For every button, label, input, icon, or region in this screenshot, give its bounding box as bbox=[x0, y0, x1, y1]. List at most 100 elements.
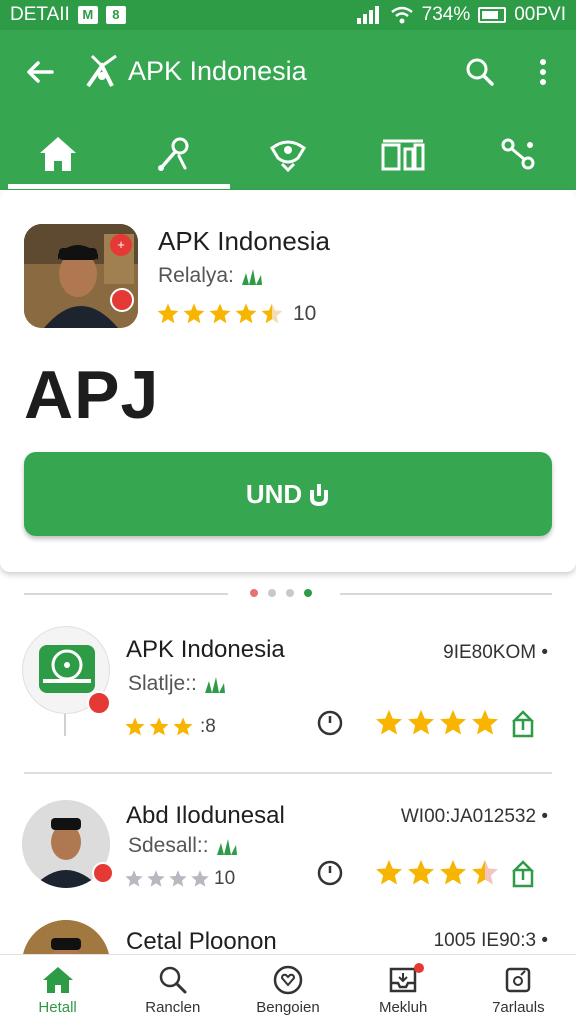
list-item-subtitle-text: Sdesall:: bbox=[128, 834, 209, 857]
tab-grid[interactable] bbox=[346, 118, 461, 190]
list-item-subtitle: Slatlje:: bbox=[128, 672, 227, 696]
featured-app-card[interactable]: + APK Indonesia Relalya: 10 APJ UND bbox=[0, 190, 576, 572]
status-bar: DETAII M 8 734% 00PVI bbox=[0, 0, 576, 30]
list-item[interactable]: Abd Ilodunesal Sdesall:: WI00:JA012532 •… bbox=[0, 796, 576, 906]
list-item-meta: 1005 IE90:3 • bbox=[433, 930, 548, 951]
search-icon bbox=[466, 58, 494, 86]
star-icon bbox=[440, 709, 466, 735]
bottom-nav-inbox[interactable]: Mekluh bbox=[346, 955, 461, 1024]
battery-icon bbox=[478, 7, 507, 23]
signal-icon bbox=[356, 6, 379, 24]
star-icon bbox=[408, 709, 434, 735]
clock-icon[interactable] bbox=[316, 859, 344, 887]
bottom-nav-settings[interactable]: 7arlauls bbox=[461, 955, 576, 1024]
more-menu-button[interactable] bbox=[526, 52, 560, 92]
bottom-nav-label: 7arlauls bbox=[492, 999, 545, 1016]
bottom-nav-label: Ranclen bbox=[145, 999, 201, 1016]
featured-rating: 10 bbox=[156, 302, 316, 326]
star-icon bbox=[125, 717, 145, 736]
clock: 00PVI bbox=[514, 4, 566, 25]
eye-icon bbox=[269, 140, 306, 172]
bottom-nav-home[interactable]: Hetall bbox=[0, 955, 115, 1024]
tab-tools[interactable] bbox=[115, 118, 230, 190]
home-icon bbox=[39, 137, 76, 171]
inbox-badge bbox=[413, 963, 424, 973]
list-item-subtitle-text: Slatlje:: bbox=[128, 672, 197, 695]
small-rating-text: :8 bbox=[200, 716, 216, 737]
clock-icon[interactable] bbox=[316, 709, 344, 737]
star-icon bbox=[440, 859, 466, 885]
carousel-dot[interactable] bbox=[268, 589, 276, 597]
carousel-dot[interactable] bbox=[286, 589, 294, 597]
upload-icon[interactable] bbox=[510, 708, 536, 738]
carousel-dot[interactable] bbox=[250, 589, 258, 597]
star-icon bbox=[376, 709, 402, 735]
featured-rating-count: 10 bbox=[293, 302, 317, 325]
status-right: 734% 00PVI bbox=[356, 4, 566, 26]
star-icon bbox=[408, 859, 434, 885]
bottom-nav-favorites[interactable]: Bengoien bbox=[230, 955, 345, 1024]
share-icon bbox=[501, 138, 535, 170]
list-item-name: APK Indonesia bbox=[126, 636, 285, 663]
list-item-name: Abd Ilodunesal bbox=[126, 802, 285, 829]
star-icon bbox=[125, 870, 143, 887]
list-item-meta-text: WI00:JA012532 bbox=[400, 806, 537, 827]
list-item[interactable]: APK Indonesia Slatlje:: 9IE80KOM • :8 bbox=[0, 622, 576, 772]
star-icon bbox=[173, 717, 193, 736]
list-item-small-rating: :8 bbox=[124, 716, 216, 738]
wifi-icon bbox=[390, 6, 413, 24]
bottom-nav-label: Hetall bbox=[38, 999, 77, 1016]
star-icon bbox=[472, 859, 498, 885]
list-item-meta-text: 9IE80KOM bbox=[443, 642, 537, 663]
star-icon bbox=[191, 870, 209, 887]
tab-share[interactable] bbox=[461, 118, 576, 190]
bottom-nav-label: Bengoien bbox=[256, 999, 320, 1016]
big-label-accent: J bbox=[120, 357, 160, 433]
status-left: DETAII M 8 bbox=[10, 4, 126, 26]
app-title: APK Indonesia bbox=[128, 56, 307, 86]
tab-bar bbox=[0, 118, 576, 190]
search-button[interactable] bbox=[460, 52, 500, 92]
list-item-actions bbox=[316, 858, 536, 888]
big-stars bbox=[374, 858, 500, 888]
star-icon bbox=[157, 303, 179, 324]
pager-line-right bbox=[340, 593, 552, 595]
list-item-small-rating: 10 bbox=[124, 868, 235, 890]
list-item-subtitle: Sdesall:: bbox=[128, 834, 239, 858]
tab-home[interactable] bbox=[0, 118, 115, 190]
list-item-avatar bbox=[22, 920, 110, 954]
featured-big-label: APJ bbox=[24, 356, 159, 434]
tab-eye[interactable] bbox=[230, 118, 345, 190]
bottom-navigation: Hetall Ranclen Bengoien Mekluh 7arlauls bbox=[0, 954, 576, 1024]
list-item-name: Cetal Ploonon bbox=[126, 928, 277, 954]
grid-icon bbox=[381, 139, 425, 171]
star-icon bbox=[235, 303, 257, 324]
carousel-dot[interactable] bbox=[304, 589, 312, 597]
bottom-nav-search[interactable]: Ranclen bbox=[115, 955, 230, 1024]
list-item[interactable]: Cetal Ploonon 1005 IE90:3 • bbox=[0, 920, 576, 954]
badge-icon bbox=[87, 691, 111, 715]
small-stars bbox=[124, 716, 194, 738]
featured-app-avatar[interactable]: + bbox=[24, 224, 138, 328]
star-icon bbox=[183, 303, 205, 324]
badge-top: + bbox=[110, 234, 132, 256]
list-item-meta: 9IE80KOM • bbox=[443, 642, 548, 663]
back-button[interactable] bbox=[20, 52, 60, 92]
app-logo-icon bbox=[86, 54, 117, 88]
more-vert-icon bbox=[540, 59, 546, 85]
big-label-main: AP bbox=[24, 357, 121, 433]
upload-icon[interactable] bbox=[510, 858, 536, 888]
pager-line-left bbox=[24, 593, 228, 595]
app-bar-row: APK Indonesia bbox=[0, 42, 576, 100]
app-bar: APK Indonesia bbox=[0, 30, 576, 190]
small-rating-text: 10 bbox=[214, 868, 236, 889]
install-button[interactable]: UND bbox=[24, 452, 552, 536]
settings-icon bbox=[506, 967, 531, 993]
featured-app-name: APK Indonesia bbox=[158, 226, 331, 256]
home-icon bbox=[42, 967, 73, 993]
leaf-icon bbox=[204, 677, 225, 693]
bottom-nav-label: Mekluh bbox=[378, 999, 428, 1016]
download-icon bbox=[310, 484, 329, 506]
person-avatar-image bbox=[22, 920, 110, 954]
star-icon bbox=[376, 859, 402, 885]
